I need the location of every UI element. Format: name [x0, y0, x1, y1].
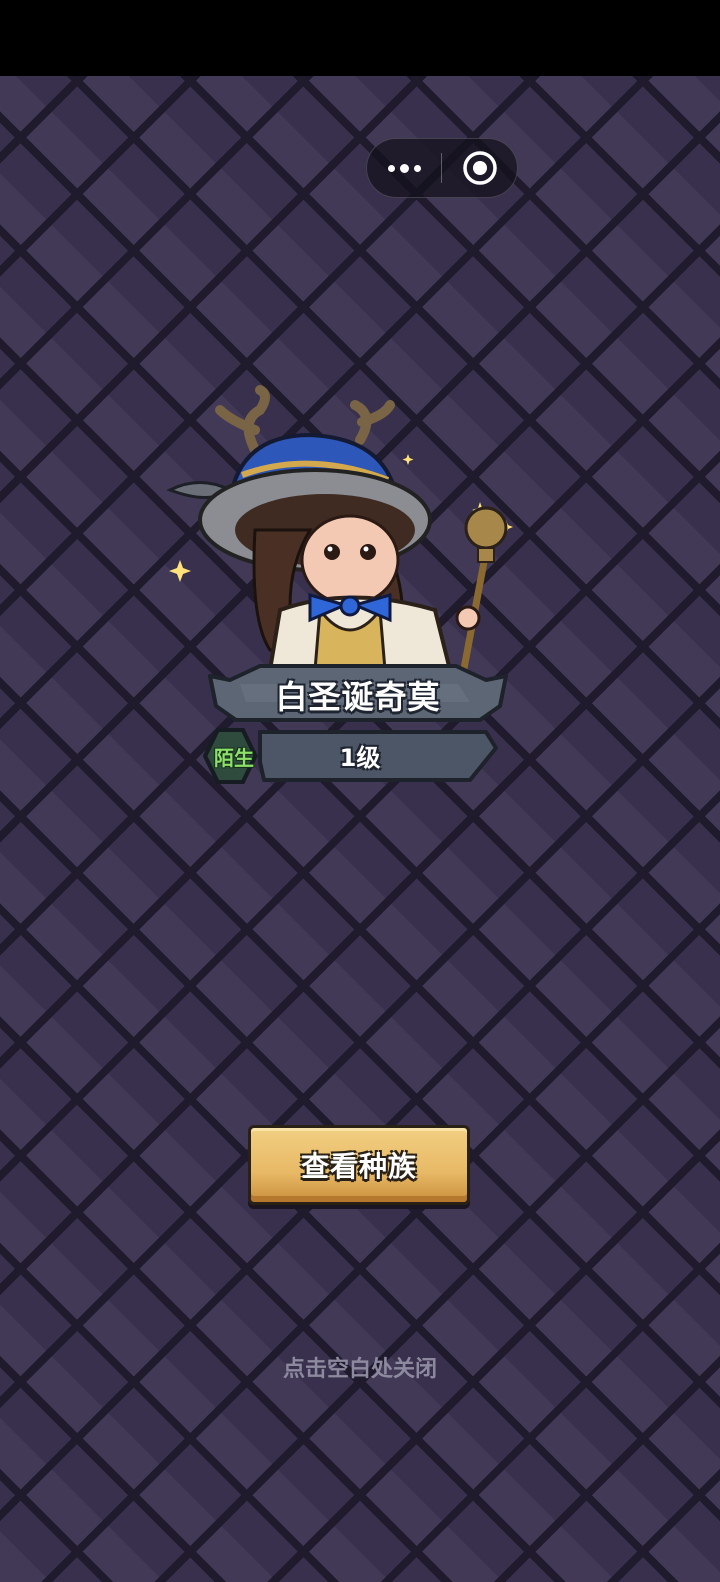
character-name: 白圣诞奇莫 [275, 678, 441, 716]
capsule-divider [441, 153, 442, 183]
target-close-icon[interactable] [443, 139, 517, 197]
view-race-label: 查看种族 [300, 1150, 417, 1183]
miniprogram-capsule [366, 138, 518, 198]
view-race-button[interactable]: 查看种族 [248, 1125, 470, 1205]
more-dots-icon[interactable] [367, 139, 441, 197]
character-level: 1级 [339, 744, 381, 772]
tap-blank-to-close-hint: 点击空白处关闭 [282, 1357, 437, 1382]
character-portrait [160, 380, 530, 700]
status-bar [0, 0, 720, 76]
relation-badge: 陌生 [214, 746, 254, 770]
